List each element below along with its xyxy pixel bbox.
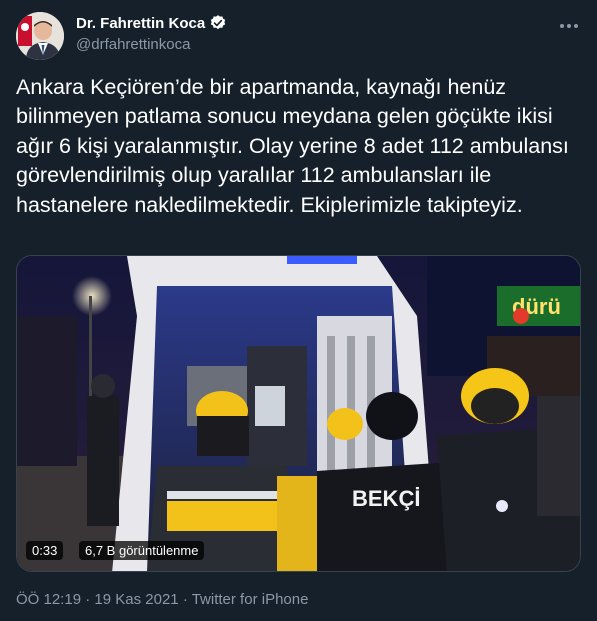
author-handle[interactable]: @drfahrettinkoca — [76, 36, 190, 53]
verified-badge-icon — [209, 14, 227, 32]
more-options-icon[interactable] — [557, 14, 581, 38]
tweet-source[interactable]: Twitter for iPhone — [192, 591, 309, 608]
meta-separator: · — [85, 591, 91, 608]
author-name[interactable]: Dr. Fahrettin Koca — [76, 15, 205, 32]
tweet-video[interactable]: dürü BEKÇİ 0:33 6,7 B görüntülenme — [16, 255, 581, 572]
vest-label: BEKÇİ — [352, 486, 420, 511]
tweet-date[interactable]: 19 Kas 2021 — [94, 591, 178, 608]
video-view-count: 6,7 B görüntülenme — [79, 541, 205, 560]
tweet-time[interactable]: ÖÖ 12:19 — [16, 591, 81, 608]
avatar[interactable] — [16, 12, 64, 60]
tweet-text: Ankara Keçiören’de bir apartmanda, kayna… — [16, 75, 569, 217]
tweet-metadata: ÖÖ 12:19 · 19 Kas 2021 · Twitter for iPh… — [16, 591, 308, 608]
video-duration: 0:33 — [26, 541, 64, 560]
meta-separator-2: · — [182, 591, 188, 608]
